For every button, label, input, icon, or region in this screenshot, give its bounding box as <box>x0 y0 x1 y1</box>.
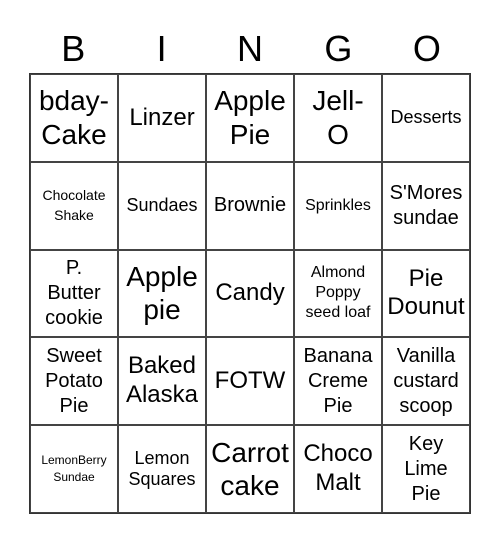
bingo-cell-text: Apple Pie <box>214 85 286 150</box>
bingo-cell[interactable]: P. Butter cookie <box>30 249 118 338</box>
bingo-cell[interactable]: Desserts <box>382 74 470 162</box>
bingo-cell[interactable]: Sweet Potato Pie <box>30 337 118 426</box>
bingo-cell-text: Vanilla custard scoop <box>393 344 459 417</box>
bingo-cell[interactable]: Lemon Squares <box>118 425 206 513</box>
bingo-cell-text: Brownie <box>213 194 287 217</box>
bingo-cell-text: Lemon Squares <box>128 447 196 490</box>
header-letter-i: I <box>156 28 167 69</box>
bingo-cell-text: Choco Malt <box>303 440 373 497</box>
bingo-cell[interactable]: Chocolate Shake <box>30 161 118 250</box>
bingo-cell[interactable]: Pie Dounut <box>382 249 470 338</box>
bingo-cell-text: Sprinkles <box>305 196 371 214</box>
header-letter-g: G <box>324 28 353 69</box>
bingo-cell-text: Sweet Potato Pie <box>45 344 103 417</box>
bingo-cell-text: Sundaes <box>126 194 198 215</box>
bingo-cell-text: Baked Alaska <box>125 352 199 409</box>
bingo-cell-text: Banana Creme Pie <box>303 344 373 417</box>
bingo-cell[interactable]: bday- Cake <box>30 74 118 162</box>
bingo-cell-text: Candy <box>215 279 285 307</box>
bingo-cell[interactable]: Apple pie <box>118 249 206 338</box>
bingo-cell-text: bday- Cake <box>38 85 110 150</box>
bingo-cell[interactable]: Linzer <box>118 74 206 162</box>
bingo-cell[interactable]: Candy <box>206 249 294 338</box>
bingo-header: B I N G O <box>29 24 471 74</box>
bingo-cell-text: LemonBerry Sundae <box>41 453 107 485</box>
bingo-cell-text: Almond Poppy seed loaf <box>305 264 371 322</box>
bingo-cell-text: FOTW <box>214 366 286 394</box>
bingo-cell-text: Desserts <box>390 107 462 128</box>
bingo-cell[interactable]: Banana Creme Pie <box>294 337 382 426</box>
bingo-cell-text: S'Mores sundae <box>389 181 463 229</box>
header-letter-o: O <box>412 28 441 69</box>
bingo-cell[interactable]: FOTW <box>206 337 294 426</box>
header-letter-b: B <box>61 28 86 69</box>
bingo-cell-text: Key Lime Pie <box>404 432 448 505</box>
bingo-cell[interactable]: Jell- O <box>294 74 382 162</box>
bingo-cell[interactable]: Brownie <box>206 161 294 250</box>
bingo-cell-text: Apple pie <box>126 260 198 326</box>
bingo-cell[interactable]: Choco Malt <box>294 425 382 513</box>
bingo-cell[interactable]: Sprinkles <box>294 161 382 250</box>
bingo-grid: bday- Cake Linzer Apple Pie Jell- O Desserts… <box>29 73 471 514</box>
header-letter-n: N <box>237 28 264 69</box>
bingo-cell[interactable]: Carrot cake <box>206 425 294 513</box>
bingo-cell-text: Linzer <box>129 103 195 131</box>
bingo-cell-text: Jell- O <box>312 85 364 150</box>
bingo-cell[interactable]: S'Mores sundae <box>382 161 470 250</box>
bingo-cell[interactable]: Baked Alaska <box>118 337 206 426</box>
bingo-cell[interactable]: Key Lime Pie <box>382 425 470 513</box>
bingo-cell[interactable]: Apple Pie <box>206 74 294 162</box>
bingo-cell-text: Chocolate Shake <box>42 187 106 223</box>
bingo-cell[interactable]: Vanilla custard scoop <box>382 337 470 426</box>
bingo-cell-text: Carrot cake <box>211 436 289 502</box>
bingo-cell[interactable]: Almond Poppy seed loaf <box>294 249 382 338</box>
bingo-cell-text: Pie Dounut <box>387 264 465 321</box>
bingo-cell-text: P. Butter cookie <box>45 256 103 329</box>
bingo-cell[interactable]: LemonBerry Sundae <box>30 425 118 513</box>
bingo-cell[interactable]: Sundaes <box>118 161 206 250</box>
